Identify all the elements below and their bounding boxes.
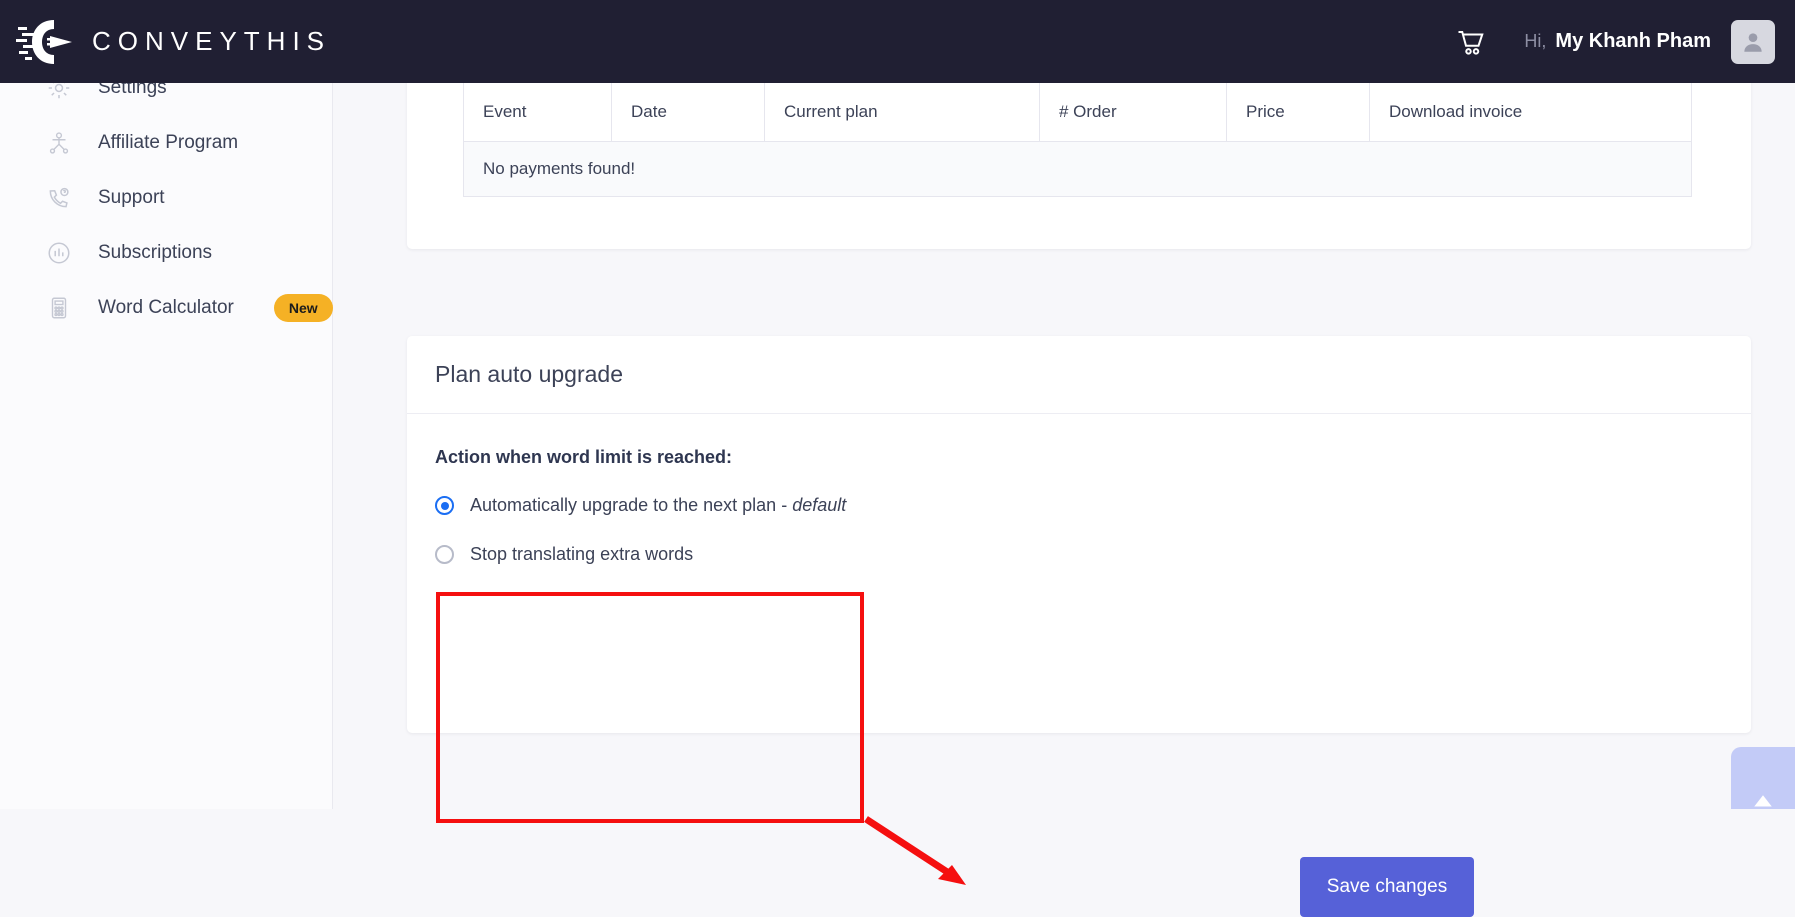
shopping-cart-icon[interactable] (1456, 27, 1486, 57)
main-content: Subscription History Event Date Current … (333, 83, 1795, 809)
subscription-history-table: Event Date Current plan # Order Price Do… (463, 82, 1692, 197)
sidebar-item-word-calculator[interactable]: Word Calculator New (0, 280, 332, 335)
conveythis-logo-icon (16, 14, 78, 70)
calculator-icon (46, 295, 72, 321)
top-header-bar: CONVEYTHIS Hi, My Khanh Pham (0, 0, 1795, 83)
sidebar-item-support[interactable]: Support (0, 170, 332, 225)
plan-auto-upgrade-panel: Plan auto upgrade Action when word limit… (407, 336, 1751, 733)
sidebar-nav: Settings Affiliate Program Support Subsc… (0, 0, 333, 809)
sidebar-item-subscriptions[interactable]: Subscriptions (0, 225, 332, 280)
avatar[interactable] (1731, 20, 1775, 64)
affiliate-icon (46, 130, 72, 156)
status-badge-new: New (274, 294, 333, 322)
annotation-highlight-box (436, 592, 864, 823)
plan-auto-upgrade-body: Action when word limit is reached: Autom… (407, 414, 1751, 565)
column-header-plan: Current plan (765, 83, 1040, 142)
greeting-label: Hi, (1524, 31, 1546, 52)
chart-circle-icon (46, 240, 72, 266)
brand-logo[interactable]: CONVEYTHIS (16, 14, 331, 70)
table-header-row: Event Date Current plan # Order Price Do… (464, 83, 1692, 142)
user-avatar-icon (1740, 29, 1766, 55)
sidebar-item-label: Word Calculator (98, 297, 234, 319)
radio-option-default-tag: default (792, 495, 846, 515)
radio-option-stop-translating[interactable]: Stop translating extra words (435, 544, 1751, 565)
word-limit-action-label: Action when word limit is reached: (435, 447, 1751, 468)
phone-support-icon (46, 185, 72, 211)
radio-option-label: Automatically upgrade to the next plan -… (470, 495, 846, 516)
save-changes-button[interactable]: Save changes (1300, 857, 1474, 917)
annotation-arrow (862, 813, 982, 903)
header-right-cluster: Hi, My Khanh Pham (1456, 20, 1795, 64)
column-header-price: Price (1227, 83, 1370, 142)
column-header-date: Date (612, 83, 765, 142)
plan-auto-upgrade-title: Plan auto upgrade (435, 361, 623, 388)
radio-option-label: Stop translating extra words (470, 544, 693, 565)
radio-button-unselected[interactable] (435, 545, 454, 564)
sidebar-item-label: Subscriptions (98, 242, 212, 264)
sidebar-item-affiliate-program[interactable]: Affiliate Program (0, 115, 332, 170)
radio-button-selected[interactable] (435, 496, 454, 515)
plan-auto-upgrade-header: Plan auto upgrade (407, 336, 1751, 414)
empty-state-message: No payments found! (464, 142, 1692, 197)
chat-bubble-icon (1746, 779, 1780, 809)
radio-option-auto-upgrade[interactable]: Automatically upgrade to the next plan -… (435, 495, 1751, 516)
brand-name: CONVEYTHIS (92, 26, 331, 57)
radio-option-text: Automatically upgrade to the next plan - (470, 495, 792, 515)
column-header-invoice: Download invoice (1370, 83, 1692, 142)
sidebar-item-label: Support (98, 187, 165, 209)
sidebar-item-label: Affiliate Program (98, 132, 238, 154)
column-header-event: Event (464, 83, 612, 142)
user-name: My Khanh Pham (1555, 30, 1711, 53)
table-row-empty: No payments found! (464, 142, 1692, 197)
chat-widget-button[interactable] (1731, 747, 1795, 809)
column-header-order: # Order (1040, 83, 1227, 142)
